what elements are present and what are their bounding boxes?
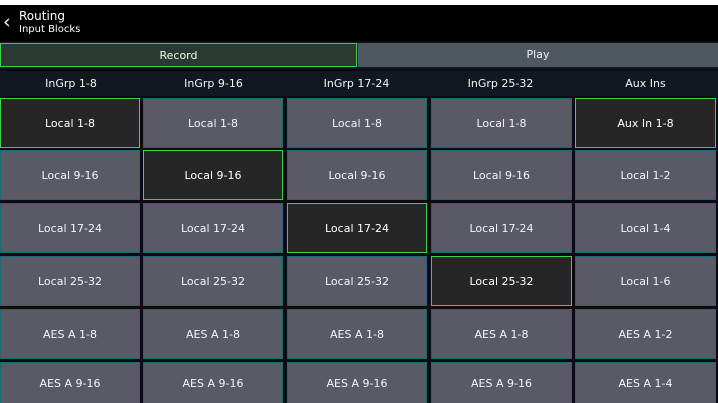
routing-grid: Local 1-8 Local 1-8 Local 1-8 Local 1-8 Aux … (0, 96, 718, 403)
input-block-cell[interactable]: AES A 9-16 (143, 362, 283, 403)
input-block-cell[interactable]: AES A 9-16 (0, 362, 140, 403)
input-block-cell[interactable]: AES A 1-8 (0, 309, 140, 359)
input-block-cell[interactable]: Local 1-4 (575, 203, 716, 253)
input-block-cell[interactable]: Local 25-32 (287, 256, 427, 306)
column-header-ingrp-1-8: InGrp 1-8 (45, 77, 97, 90)
input-block-cell[interactable]: Local 17-24 (287, 203, 427, 253)
input-block-cell[interactable]: AES A 1-2 (575, 309, 716, 359)
input-block-cell[interactable]: Local 1-2 (575, 150, 716, 200)
column-header-ingrp-17-24: InGrp 17-24 (323, 77, 390, 90)
input-block-cell[interactable]: Local 1-6 (575, 256, 716, 306)
column-header-aux-ins: Aux Ins (625, 77, 666, 90)
input-block-cell[interactable]: Local 1-8 (0, 98, 140, 148)
input-block-cell[interactable]: Local 9-16 (143, 150, 283, 200)
input-block-cell[interactable]: Local 1-8 (431, 98, 572, 148)
input-block-cell[interactable]: AES A 1-8 (287, 309, 427, 359)
page-title: Routing (19, 9, 66, 23)
header-bar: ‹ Routing Input Blocks (0, 5, 718, 41)
input-block-cell[interactable]: Local 9-16 (431, 150, 572, 200)
mode-toggle: Record Play (0, 42, 718, 69)
input-block-cell[interactable]: AES A 9-16 (431, 362, 572, 403)
page-subtitle: Input Blocks (19, 24, 81, 35)
input-block-cell[interactable]: Local 17-24 (0, 203, 140, 253)
input-block-cell[interactable]: Local 17-24 (143, 203, 283, 253)
input-block-cell[interactable]: Local 25-32 (431, 256, 572, 306)
input-block-cell[interactable]: AES A 9-16 (287, 362, 427, 403)
input-block-cell[interactable]: Aux In 1-8 (575, 98, 716, 148)
column-header-ingrp-9-16: InGrp 9-16 (184, 77, 243, 90)
input-block-cell[interactable]: Local 25-32 (0, 256, 140, 306)
input-block-cell[interactable]: Local 25-32 (143, 256, 283, 306)
input-block-cell[interactable]: Local 17-24 (431, 203, 572, 253)
input-block-cell[interactable]: Local 9-16 (287, 150, 427, 200)
column-header-ingrp-25-32: InGrp 25-32 (467, 77, 534, 90)
input-block-cell[interactable]: Local 1-8 (287, 98, 427, 148)
column-headers: InGrp 1-8 InGrp 9-16 InGrp 17-24 InGrp 2… (0, 71, 718, 96)
input-block-cell[interactable]: Local 9-16 (0, 150, 140, 200)
input-block-cell[interactable]: AES A 1-8 (431, 309, 572, 359)
record-mode-button[interactable]: Record (0, 43, 357, 67)
input-block-cell[interactable]: AES A 1-8 (143, 309, 283, 359)
input-block-cell[interactable]: Local 1-8 (143, 98, 283, 148)
back-chevron-icon[interactable]: ‹ (3, 13, 11, 32)
routing-app: ‹ Routing Input Blocks Record Play InGrp… (0, 5, 718, 403)
play-mode-button[interactable]: Play (358, 43, 718, 67)
input-block-cell[interactable]: AES A 1-4 (575, 362, 716, 403)
